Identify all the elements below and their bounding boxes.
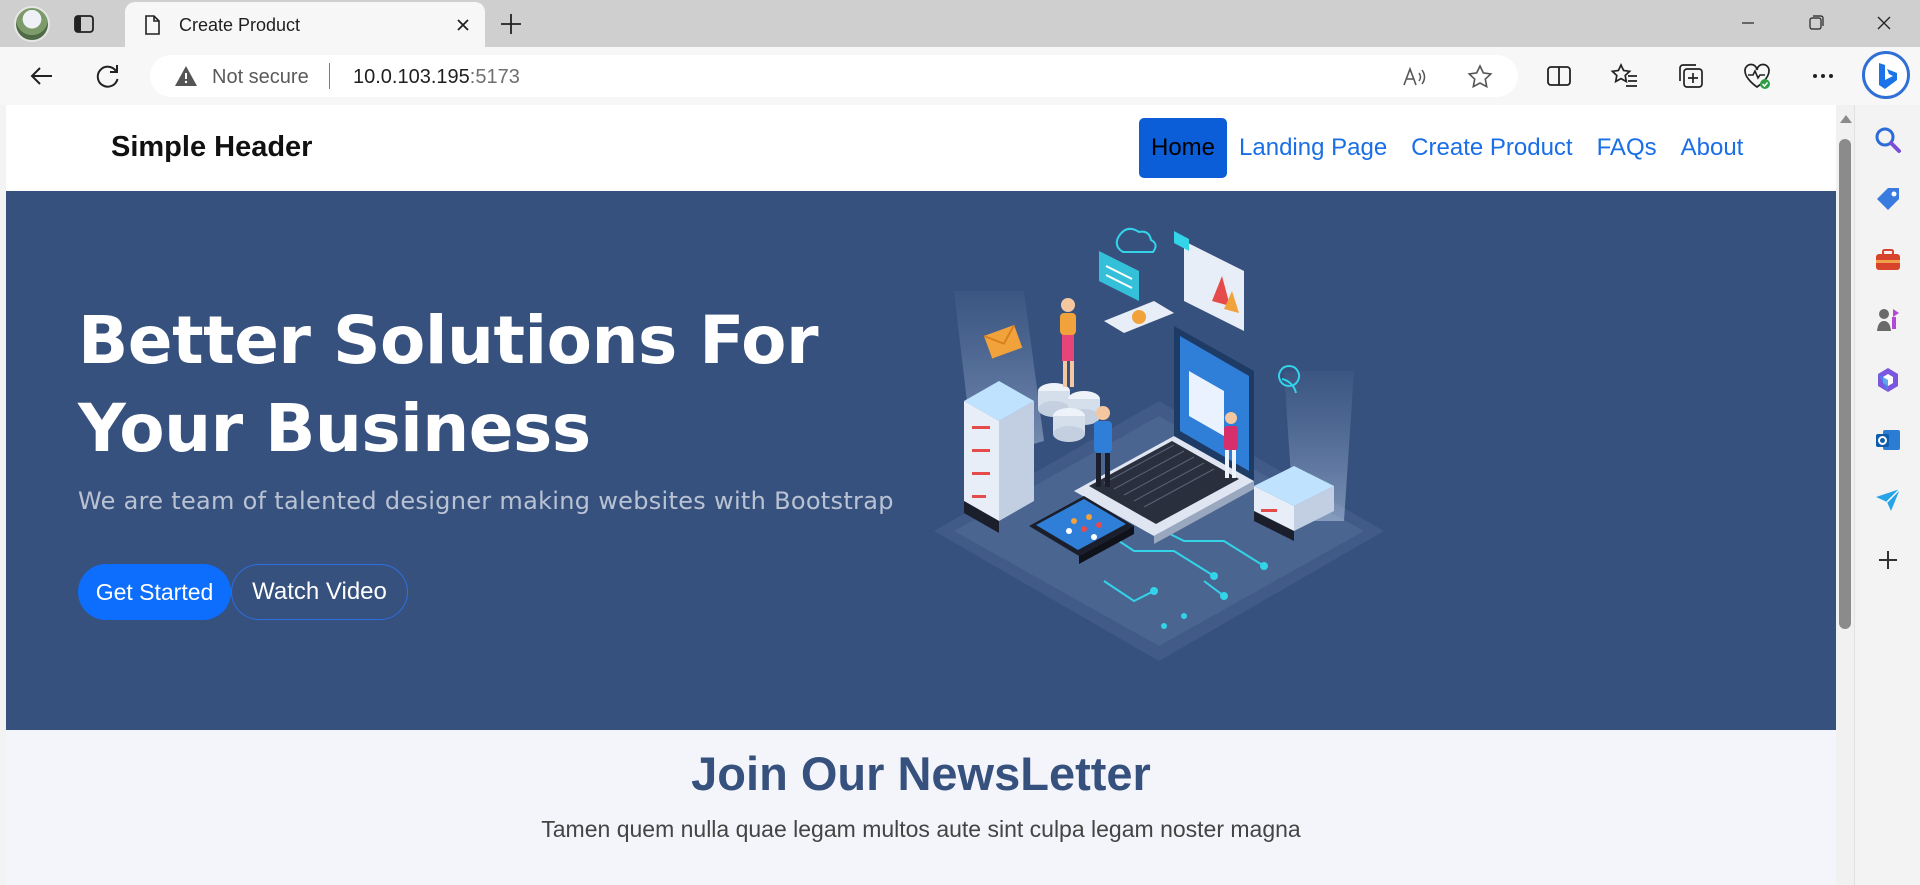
browser-toolbar: Not secure 10.0.103.195:5173: [0, 47, 1920, 105]
edge-sidebar: [1854, 105, 1920, 885]
brand-title[interactable]: Simple Header: [111, 131, 312, 164]
nav-faqs[interactable]: FAQs: [1585, 117, 1669, 179]
outlook-icon[interactable]: [1873, 425, 1903, 455]
scroll-up-arrow-icon[interactable]: [1840, 115, 1852, 123]
main-nav: Home Landing Page Create Product FAQs Ab…: [1139, 117, 1755, 179]
url-host: 10.0.103.195: [353, 66, 470, 88]
url-text[interactable]: 10.0.103.195:5173: [353, 66, 520, 89]
new-tab-icon[interactable]: [497, 10, 525, 38]
profile-avatar[interactable]: [14, 6, 50, 42]
nav-home[interactable]: Home: [1139, 118, 1228, 178]
more-icon[interactable]: [1807, 60, 1839, 92]
get-started-button[interactable]: Get Started: [78, 564, 231, 620]
address-bar[interactable]: Not secure 10.0.103.195:5173: [150, 55, 1518, 97]
warning-icon[interactable]: [174, 65, 198, 87]
hero-title: Better Solutions For Your Business: [78, 302, 819, 467]
tab-bar: Create Product: [0, 0, 1920, 47]
favorite-star-icon[interactable]: [1466, 63, 1494, 91]
restore-icon[interactable]: [1794, 8, 1838, 38]
newsletter-title: Join Our NewsLetter: [691, 747, 1151, 800]
newsletter-text: Tamen quem nulla quae legam multos aute …: [541, 816, 1301, 842]
scrollbar[interactable]: [1836, 105, 1854, 885]
refresh-icon[interactable]: [92, 60, 124, 92]
shopping-tag-icon[interactable]: [1873, 185, 1903, 215]
tab-title: Create Product: [179, 15, 301, 35]
tools-icon[interactable]: [1873, 245, 1903, 275]
read-aloud-icon[interactable]: [1400, 63, 1428, 91]
active-tab[interactable]: Create Product: [125, 2, 485, 47]
url-port: :5173: [469, 66, 520, 88]
office-icon[interactable]: [1873, 365, 1903, 395]
collections-icon[interactable]: [1675, 60, 1707, 92]
back-icon[interactable]: [26, 60, 58, 92]
close-window-icon[interactable]: [1862, 8, 1906, 38]
nav-create-product[interactable]: Create Product: [1399, 117, 1584, 179]
newsletter-section: Join Our NewsLetter Tamen quem nulla qua…: [6, 730, 1836, 885]
games-icon[interactable]: [1873, 305, 1903, 335]
copilot-icon[interactable]: [1862, 51, 1910, 99]
add-icon[interactable]: [1873, 545, 1903, 575]
nav-landing-page[interactable]: Landing Page: [1227, 117, 1399, 179]
page-viewport: Simple Header Home Landing Page Create P…: [6, 105, 1854, 885]
scrollbar-thumb[interactable]: [1839, 139, 1851, 629]
site-header: Simple Header Home Landing Page Create P…: [6, 105, 1836, 191]
nav-about[interactable]: About: [1669, 117, 1756, 179]
address-divider: [329, 63, 330, 89]
tab-actions-icon[interactable]: [72, 12, 96, 36]
security-label[interactable]: Not secure: [212, 66, 309, 89]
send-icon[interactable]: [1873, 485, 1903, 515]
split-screen-icon[interactable]: [1543, 60, 1575, 92]
hero-section: Better Solutions For Your Business We ar…: [6, 191, 1836, 730]
search-icon[interactable]: [1873, 125, 1903, 155]
hero-subtitle: We are team of talented designer making …: [78, 487, 894, 515]
favorites-icon[interactable]: [1609, 60, 1641, 92]
watch-video-button[interactable]: Watch Video: [231, 564, 408, 620]
browser-essentials-icon[interactable]: [1741, 60, 1773, 92]
hero-illustration: [934, 227, 1384, 661]
page-icon: [145, 15, 160, 35]
minimize-icon[interactable]: [1726, 8, 1770, 38]
close-tab-icon[interactable]: [450, 12, 476, 38]
